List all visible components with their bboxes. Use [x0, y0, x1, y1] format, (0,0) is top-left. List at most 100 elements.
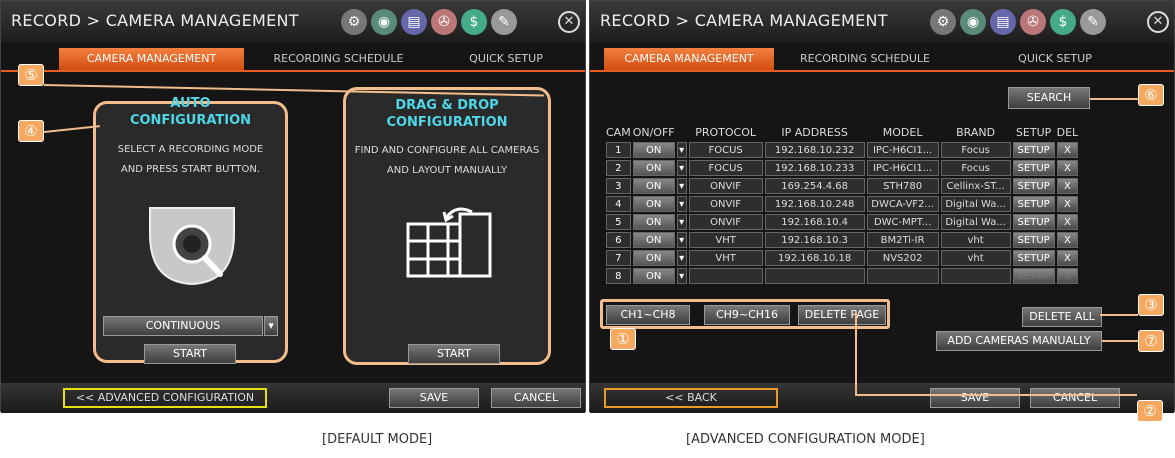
setup-button[interactable]: SETUP: [1012, 196, 1055, 212]
on-off-dropdown-icon[interactable]: ▾: [676, 232, 687, 248]
model-cell[interactable]: IPC-H6CI1...: [866, 142, 939, 158]
model-cell[interactable]: BM2Ti-IR: [866, 232, 939, 248]
recording-mode-dropdown-icon[interactable]: ▾: [264, 316, 278, 336]
brand-cell[interactable]: Focus: [940, 142, 1011, 158]
close-icon[interactable]: ✕: [558, 11, 580, 33]
model-cell[interactable]: NVS202: [866, 250, 939, 266]
database-icon[interactable]: ▤: [990, 9, 1016, 35]
ip-address-cell[interactable]: 192.168.10.232: [764, 142, 865, 158]
on-off-toggle[interactable]: ON: [632, 214, 675, 230]
brand-cell[interactable]: Cellinx-ST...: [940, 178, 1011, 194]
film-icon[interactable]: ✇: [431, 9, 457, 35]
on-off-toggle[interactable]: ON: [632, 178, 675, 194]
cancel-button[interactable]: CANCEL: [1030, 388, 1120, 408]
protocol-cell[interactable]: ONVIF: [688, 178, 763, 194]
page-ch9-ch16-button[interactable]: CH9~CH16: [704, 305, 790, 325]
protocol-cell[interactable]: FOCUS: [688, 142, 763, 158]
brand-cell[interactable]: vht: [940, 232, 1011, 248]
on-off-toggle[interactable]: ON: [632, 142, 675, 158]
tab-camera-management[interactable]: CAMERA MANAGEMENT: [604, 48, 774, 70]
disk-icon[interactable]: ◉: [371, 9, 397, 35]
protocol-cell[interactable]: VHT: [688, 250, 763, 266]
on-off-dropdown-icon[interactable]: ▾: [676, 268, 687, 284]
tab-quick-setup[interactable]: QUICK SETUP: [431, 48, 581, 70]
ip-address-cell[interactable]: 192.168.10.3: [764, 232, 865, 248]
brand-cell[interactable]: [940, 268, 1011, 284]
delete-button[interactable]: X: [1056, 160, 1079, 176]
dollar-icon[interactable]: $: [1050, 9, 1076, 35]
ip-address-cell[interactable]: 192.168.10.18: [764, 250, 865, 266]
model-cell[interactable]: [866, 268, 939, 284]
drag-drop-start-button[interactable]: START: [408, 344, 500, 364]
brand-cell[interactable]: Digital Wa...: [940, 196, 1011, 212]
delete-page-button[interactable]: DELETE PAGE: [798, 305, 886, 325]
model-cell[interactable]: DWCA-VF2...: [866, 196, 939, 212]
search-button[interactable]: SEARCH: [1008, 87, 1090, 109]
protocol-cell[interactable]: [688, 268, 763, 284]
gear-icon[interactable]: ⚙: [930, 9, 956, 35]
delete-button[interactable]: X: [1056, 268, 1079, 284]
brand-cell[interactable]: vht: [940, 250, 1011, 266]
ip-address-cell[interactable]: 192.168.10.248: [764, 196, 865, 212]
gear-icon[interactable]: ⚙: [341, 9, 367, 35]
setup-button[interactable]: SETUP: [1012, 232, 1055, 248]
tab-recording-schedule[interactable]: RECORDING SCHEDULE: [780, 48, 950, 70]
model-cell[interactable]: DWC-MPT...: [866, 214, 939, 230]
close-icon[interactable]: ✕: [1147, 11, 1169, 33]
delete-button[interactable]: X: [1056, 178, 1079, 194]
on-off-dropdown-icon[interactable]: ▾: [676, 142, 687, 158]
add-cameras-manually-button[interactable]: ADD CAMERAS MANUALLY: [936, 331, 1102, 351]
save-button[interactable]: SAVE: [930, 388, 1020, 408]
database-icon[interactable]: ▤: [401, 9, 427, 35]
setup-button[interactable]: SETUP: [1012, 160, 1055, 176]
save-button[interactable]: SAVE: [389, 388, 479, 408]
delete-button[interactable]: X: [1056, 250, 1079, 266]
setup-button[interactable]: SETUP: [1012, 142, 1055, 158]
delete-button[interactable]: X: [1056, 142, 1079, 158]
on-off-dropdown-icon[interactable]: ▾: [676, 250, 687, 266]
delete-button[interactable]: X: [1056, 196, 1079, 212]
tab-camera-management[interactable]: CAMERA MANAGEMENT: [59, 48, 244, 70]
protocol-cell[interactable]: FOCUS: [688, 160, 763, 176]
recording-mode-select[interactable]: CONTINUOUS: [103, 316, 263, 336]
delete-button[interactable]: X: [1056, 232, 1079, 248]
on-off-toggle[interactable]: ON: [632, 250, 675, 266]
setup-button[interactable]: SETUP: [1012, 250, 1055, 266]
on-off-toggle[interactable]: ON: [632, 232, 675, 248]
delete-all-button[interactable]: DELETE ALL: [1022, 307, 1102, 327]
advanced-configuration-button[interactable]: << ADVANCED CONFIGURATION: [63, 388, 267, 408]
brand-cell[interactable]: Focus: [940, 160, 1011, 176]
on-off-dropdown-icon[interactable]: ▾: [676, 178, 687, 194]
on-off-toggle[interactable]: ON: [632, 196, 675, 212]
setup-button[interactable]: SETUP: [1012, 214, 1055, 230]
auto-configuration-card[interactable]: AUTO CONFIGURATION SELECT A RECORDING MO…: [93, 96, 288, 364]
model-cell[interactable]: IPC-H6CI1...: [866, 160, 939, 176]
cancel-button[interactable]: CANCEL: [491, 388, 581, 408]
delete-button[interactable]: X: [1056, 214, 1079, 230]
on-off-toggle[interactable]: ON: [632, 160, 675, 176]
protocol-cell[interactable]: VHT: [688, 232, 763, 248]
brand-cell[interactable]: Digital Wa...: [940, 214, 1011, 230]
pen-icon[interactable]: ✎: [1080, 9, 1106, 35]
model-cell[interactable]: STH780: [866, 178, 939, 194]
disk-icon[interactable]: ◉: [960, 9, 986, 35]
on-off-toggle[interactable]: ON: [632, 268, 675, 284]
on-off-dropdown-icon[interactable]: ▾: [676, 160, 687, 176]
drag-drop-configuration-card[interactable]: DRAG & DROP CONFIGURATION FIND AND CONFI…: [343, 87, 551, 365]
dollar-icon[interactable]: $: [461, 9, 487, 35]
ip-address-cell[interactable]: [764, 268, 865, 284]
film-icon[interactable]: ✇: [1020, 9, 1046, 35]
on-off-dropdown-icon[interactable]: ▾: [676, 196, 687, 212]
setup-button[interactable]: SETUP: [1012, 178, 1055, 194]
protocol-cell[interactable]: ONVIF: [688, 214, 763, 230]
protocol-cell[interactable]: ONVIF: [688, 196, 763, 212]
setup-button[interactable]: SETUP: [1012, 268, 1055, 284]
pen-icon[interactable]: ✎: [491, 9, 517, 35]
ip-address-cell[interactable]: 192.168.10.4: [764, 214, 865, 230]
back-button[interactable]: << BACK: [604, 388, 778, 408]
on-off-dropdown-icon[interactable]: ▾: [676, 214, 687, 230]
ip-address-cell[interactable]: 192.168.10.233: [764, 160, 865, 176]
tab-quick-setup[interactable]: QUICK SETUP: [970, 48, 1140, 70]
page-ch1-ch8-button[interactable]: CH1~CH8: [606, 305, 690, 325]
tab-recording-schedule[interactable]: RECORDING SCHEDULE: [251, 48, 426, 70]
